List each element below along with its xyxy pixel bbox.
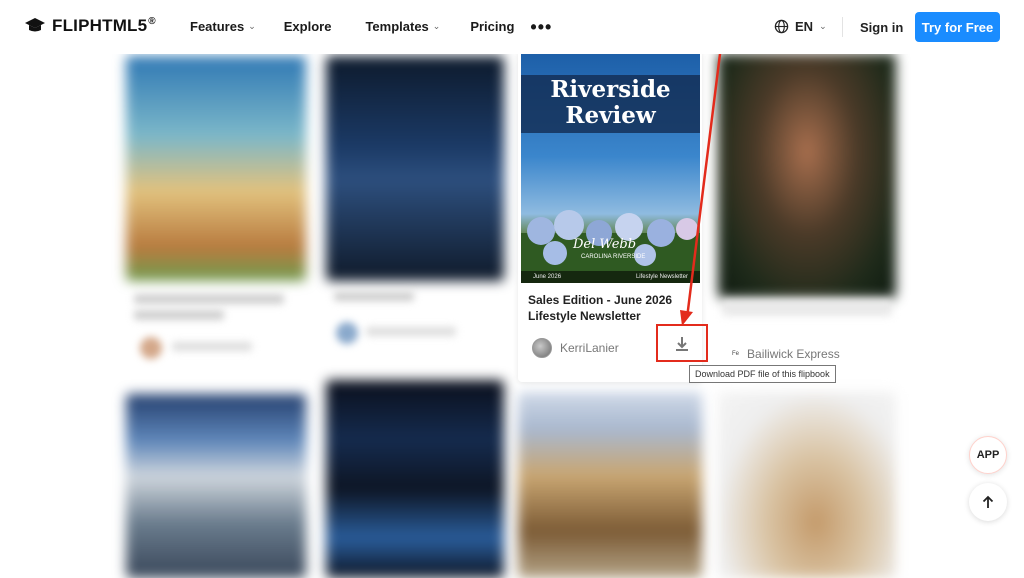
nav-explore-label: Explore bbox=[283, 19, 332, 34]
sign-in-link[interactable]: Sign in bbox=[860, 20, 903, 35]
download-highlight-box bbox=[656, 324, 708, 362]
nav-explore[interactable]: Explore bbox=[284, 19, 332, 34]
thumbnail[interactable] bbox=[126, 56, 306, 281]
publisher-name: Bailiwick Express bbox=[747, 347, 840, 361]
thumbnail[interactable] bbox=[718, 54, 896, 298]
avatar bbox=[336, 322, 358, 344]
avatar bbox=[140, 337, 162, 359]
nav-templates[interactable]: Templates ⌄ bbox=[365, 19, 440, 34]
language-label: EN bbox=[795, 19, 814, 34]
language-selector[interactable]: EN ⌄ bbox=[774, 19, 827, 34]
publisher-logo: Fe bbox=[732, 351, 740, 357]
more-dots-icon: ••• bbox=[530, 16, 553, 37]
download-icon[interactable] bbox=[670, 334, 694, 354]
globe-icon bbox=[774, 19, 789, 34]
download-tooltip: Download PDF file of this flipbook bbox=[689, 365, 836, 383]
try-for-free-button[interactable]: Try for Free bbox=[915, 12, 1000, 42]
thumbnail[interactable] bbox=[518, 392, 702, 578]
thumbnail[interactable] bbox=[718, 392, 896, 578]
nav-templates-label: Templates bbox=[365, 19, 429, 34]
app-download-button[interactable]: APP bbox=[969, 436, 1007, 474]
thumbnail-caption bbox=[134, 310, 224, 320]
thumbnail-caption bbox=[172, 342, 252, 351]
logo[interactable]: FLIPHTML5® bbox=[24, 16, 156, 36]
chevron-down-icon: ⌄ bbox=[248, 21, 256, 31]
logo-text: FLIPHTML5® bbox=[52, 16, 156, 35]
author-link[interactable]: KerriLanier bbox=[532, 338, 619, 358]
flipbook-title[interactable]: Sales Edition - June 2026 Lifestyle News… bbox=[528, 292, 696, 324]
flipbook-card[interactable]: Riverside Review Del Webb CAROLINA RIVER… bbox=[518, 50, 708, 382]
cover-subtitle: CAROLINA RIVERSIDE bbox=[581, 254, 646, 260]
nav-pricing[interactable]: Pricing bbox=[470, 19, 514, 34]
cover-footer-label: Lifestyle Newsletter bbox=[635, 274, 688, 280]
cover-footer: June 2026 Lifestyle Newsletter bbox=[521, 271, 700, 283]
cover-signature: Del Webb bbox=[573, 237, 637, 252]
thumbnail-caption bbox=[334, 292, 414, 301]
thumbnail-caption bbox=[722, 300, 892, 316]
nav-features-label: Features bbox=[190, 19, 245, 34]
main-nav: Features ⌄ Explore Templates ⌄ Pricing •… bbox=[190, 16, 553, 37]
thumbnail-caption bbox=[134, 294, 284, 304]
thumbnail[interactable] bbox=[326, 56, 504, 281]
header-divider bbox=[842, 17, 843, 37]
more-menu-button[interactable]: ••• bbox=[530, 16, 553, 37]
avatar bbox=[532, 338, 552, 358]
cover-footer-date: June 2026 bbox=[533, 274, 562, 280]
nav-features[interactable]: Features ⌄ bbox=[190, 19, 256, 34]
site-header: FLIPHTML5® Features ⌄ Explore Templates … bbox=[0, 0, 1024, 54]
back-to-top-button[interactable] bbox=[969, 483, 1007, 521]
publisher-link[interactable]: Fe Bailiwick Express bbox=[732, 347, 840, 361]
arrow-up-icon bbox=[982, 495, 994, 508]
flipbook-cover[interactable]: Riverside Review Del Webb CAROLINA RIVER… bbox=[521, 53, 700, 283]
graduation-cap-icon bbox=[25, 18, 45, 32]
cover-title: Riverside Review bbox=[550, 76, 671, 129]
chevron-down-icon: ⌄ bbox=[432, 21, 441, 31]
thumbnail[interactable] bbox=[326, 380, 504, 578]
chevron-down-icon: ⌄ bbox=[819, 21, 827, 31]
thumbnail[interactable] bbox=[126, 394, 306, 578]
nav-pricing-label: Pricing bbox=[470, 19, 515, 34]
author-name: KerriLanier bbox=[560, 341, 619, 355]
thumbnail-caption bbox=[366, 327, 456, 336]
